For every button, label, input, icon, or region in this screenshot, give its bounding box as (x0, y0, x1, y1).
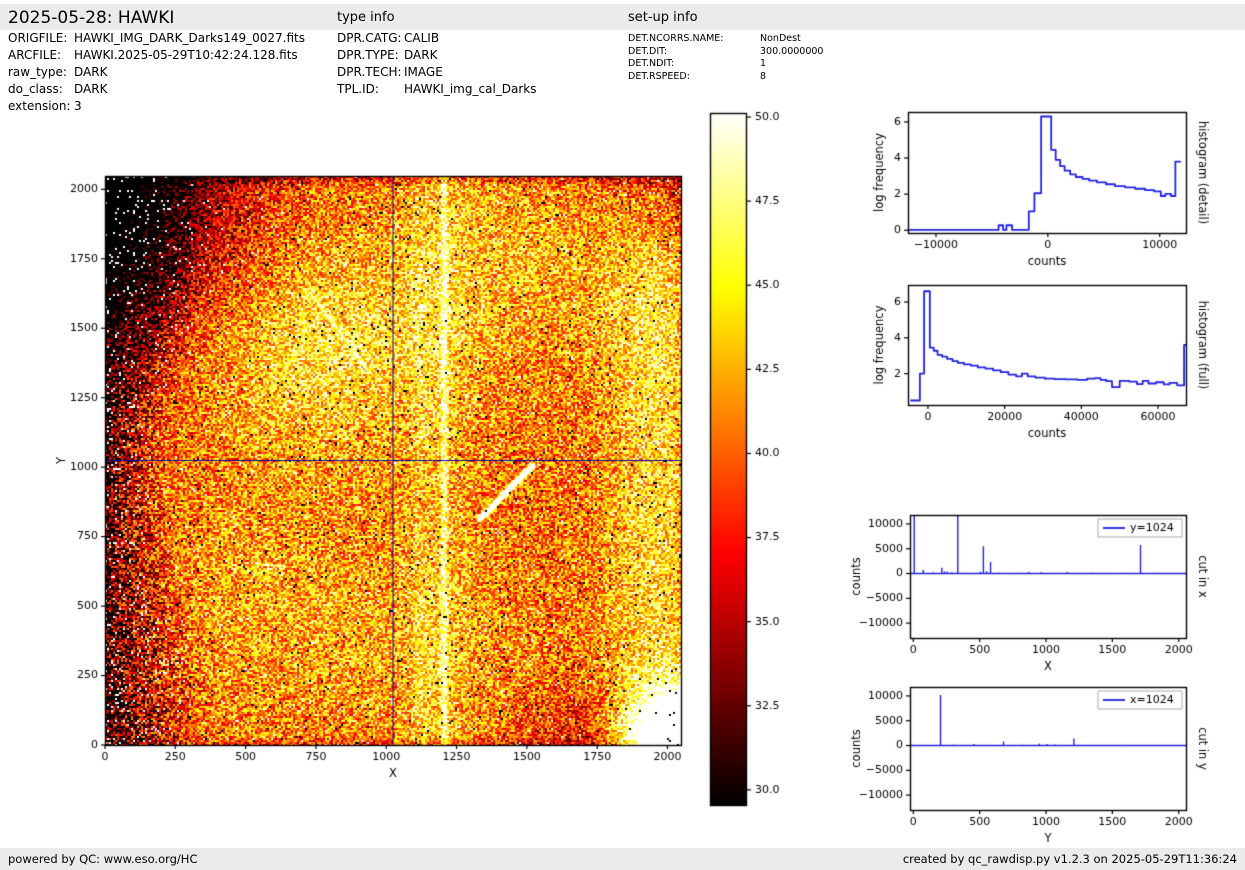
field-label: TPL.ID: (337, 81, 404, 98)
field-label: ORIGFILE: (8, 30, 74, 47)
type-info-heading: type info (337, 10, 395, 25)
field-value: CALIB (404, 30, 439, 47)
field-value: 300.0000000 (760, 46, 823, 59)
qc-report-page: 2025-05-28: HAWKI type info set-up info … (0, 0, 1245, 870)
dark-frame-image (40, 135, 705, 800)
cut-in-x-plot (845, 498, 1245, 678)
field-value: IMAGE (404, 64, 443, 81)
field-label: do_class: (8, 81, 74, 98)
field-value: DARK (74, 81, 107, 98)
page-title: 2025-05-28: HAWKI (8, 8, 174, 28)
info-row: DPR.TECH:IMAGE (337, 64, 537, 81)
info-row: extension:3 (8, 98, 305, 115)
type-info-block: DPR.CATG:CALIB DPR.TYPE:DARK DPR.TECH:IM… (337, 30, 537, 98)
field-value: HAWKI.2025-05-29T10:42:24.128.fits (74, 47, 298, 64)
field-label: DET.NCORRS.NAME: (628, 33, 760, 46)
footer-created-by: created by qc_rawdisp.py v1.2.3 on 2025-… (903, 852, 1237, 866)
field-value: HAWKI_IMG_DARK_Darks149_0027.fits (74, 30, 305, 47)
info-row: raw_type:DARK (8, 64, 305, 81)
field-label: DPR.CATG: (337, 30, 404, 47)
field-value: NonDest (760, 33, 801, 46)
field-value: DARK (74, 64, 107, 81)
field-value: DARK (404, 47, 437, 64)
field-value: 8 (760, 71, 766, 84)
info-row: ORIGFILE:HAWKI_IMG_DARK_Darks149_0027.fi… (8, 30, 305, 47)
info-row: DPR.CATG:CALIB (337, 30, 537, 47)
setup-info-heading: set-up info (628, 10, 698, 25)
colorbar (700, 100, 820, 830)
field-label: raw_type: (8, 64, 74, 81)
histogram-full-plot (845, 268, 1245, 458)
field-label: DET.NDIT: (628, 58, 760, 71)
info-row: TPL.ID:HAWKI_img_cal_Darks (337, 81, 537, 98)
field-label: DPR.TECH: (337, 64, 404, 81)
info-row: do_class:DARK (8, 81, 305, 98)
header-bar (0, 4, 1245, 30)
info-row: DET.RSPEED:8 (628, 71, 823, 84)
field-label: DET.DIT: (628, 46, 760, 59)
cut-in-y-plot (845, 670, 1245, 855)
info-row: DET.DIT:300.0000000 (628, 46, 823, 59)
footer-powered-by: powered by QC: www.eso.org/HC (8, 852, 197, 866)
field-value: 1 (760, 58, 766, 71)
histogram-detail-plot (845, 95, 1245, 285)
info-row: ARCFILE:HAWKI.2025-05-29T10:42:24.128.fi… (8, 47, 305, 64)
field-label: extension: (8, 98, 74, 115)
file-info-block: ORIGFILE:HAWKI_IMG_DARK_Darks149_0027.fi… (8, 30, 305, 115)
info-row: DET.NDIT:1 (628, 58, 823, 71)
info-row: DPR.TYPE:DARK (337, 47, 537, 64)
field-label: DET.RSPEED: (628, 71, 760, 84)
field-label: ARCFILE: (8, 47, 74, 64)
field-value: HAWKI_img_cal_Darks (404, 81, 537, 98)
field-label: DPR.TYPE: (337, 47, 404, 64)
setup-info-block: DET.NCORRS.NAME:NonDest DET.DIT:300.0000… (628, 33, 823, 83)
info-row: DET.NCORRS.NAME:NonDest (628, 33, 823, 46)
field-value: 3 (74, 98, 82, 115)
